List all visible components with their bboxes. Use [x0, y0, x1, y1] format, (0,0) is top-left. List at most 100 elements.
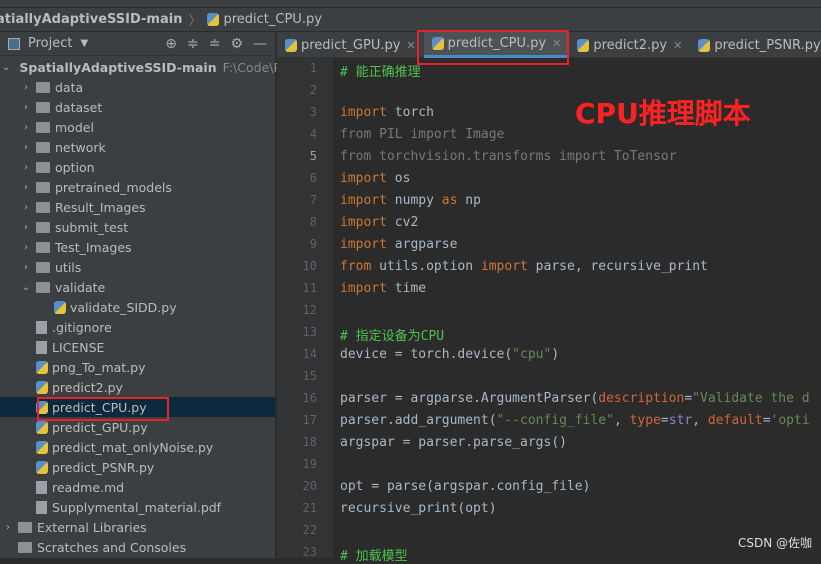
line-number: 16: [302, 391, 317, 405]
code-token: ): [551, 347, 560, 362]
chevron-icon: ›: [24, 81, 28, 93]
tree-item[interactable]: › External Libraries: [0, 517, 275, 537]
code-token: # 加载模型: [340, 549, 408, 564]
code-token: # 能正确推理: [340, 65, 421, 80]
code-line: device = torch.device("cpu"): [340, 347, 559, 362]
tree-item[interactable]: predict2.py: [0, 377, 275, 397]
folder-icon: [36, 241, 50, 253]
close-icon[interactable]: ✕: [406, 39, 415, 52]
tree-item[interactable]: › submit_test: [0, 217, 275, 237]
collapse-all-icon[interactable]: ≐: [209, 36, 221, 52]
line-number: 14: [302, 347, 317, 361]
code-line: import numpy as np: [340, 193, 481, 208]
line-number: 21: [302, 501, 317, 515]
code-token: "--config_file": [496, 413, 614, 428]
tree-item[interactable]: › option: [0, 157, 275, 177]
tree-item[interactable]: › Test_Images: [0, 237, 275, 257]
tab-predict_GPU-py[interactable]: predict_GPU.py ✕: [277, 32, 424, 58]
project-view-selector[interactable]: Project: [28, 36, 72, 51]
tree-item[interactable]: › network: [0, 137, 275, 157]
breadcrumb: atiallyAdaptiveSSID-main 〉 predict_CPU.p…: [0, 8, 821, 32]
code-token: =: [762, 413, 771, 428]
chevron-icon: ›: [6, 521, 10, 533]
python-file-icon: [54, 300, 66, 314]
tab-label: predict2.py: [593, 37, 668, 53]
folder-icon: [36, 221, 50, 233]
tree-item[interactable]: predict_PSNR.py: [0, 457, 275, 477]
code-line: import torch: [340, 105, 434, 120]
line-number: 6: [309, 171, 317, 185]
close-icon[interactable]: ✕: [673, 39, 682, 52]
tree-item-label: Supplymental_material.pdf: [52, 499, 222, 515]
code-token: from torchvision.transforms import ToTen…: [340, 149, 677, 164]
tree-item[interactable]: validate_SIDD.py: [0, 297, 275, 317]
line-number: 12: [302, 303, 317, 317]
code-line: import time: [340, 281, 426, 296]
breadcrumb-project[interactable]: atiallyAdaptiveSSID-main: [0, 12, 182, 27]
watermark: CSDN @佐咖: [738, 536, 813, 550]
code-token: from: [340, 259, 372, 274]
code-token: =: [660, 413, 669, 428]
breadcrumb-file[interactable]: predict_CPU.py: [223, 12, 321, 27]
tab-predict_PSNR-py[interactable]: predict_PSNR.py✕: [690, 32, 821, 58]
tree-item[interactable]: png_To_mat.py: [0, 357, 275, 377]
tree-item[interactable]: › Result_Images: [0, 197, 275, 217]
python-file-icon: [36, 360, 48, 374]
code-token: "cpu": [512, 347, 552, 362]
line-number: 3: [309, 105, 317, 119]
tree-item[interactable]: › dataset: [0, 97, 275, 117]
hide-icon[interactable]: —: [253, 36, 267, 52]
code-line: argspar = parser.parse_args(): [340, 435, 567, 450]
code-token: import: [340, 193, 387, 208]
line-number: 23: [302, 545, 317, 559]
folder-icon: [36, 121, 50, 133]
line-number: 17: [302, 413, 317, 427]
code-token: argspar = parser.parse_args(): [340, 435, 567, 450]
tree-item-label: network: [55, 139, 106, 155]
library-icon: [18, 521, 32, 533]
tree-item-label: readme.md: [52, 479, 125, 495]
tree-item[interactable]: ⌄ validate: [0, 277, 275, 297]
expand-all-icon[interactable]: ≑: [187, 36, 199, 52]
tree-item[interactable]: predict_mat_onlyNoise.py: [0, 437, 275, 457]
file-icon: [36, 340, 47, 354]
chevron-icon: ›: [24, 121, 28, 133]
annotation-label: CPU推理脚本: [575, 97, 751, 130]
chevron-down-icon[interactable]: ▼: [80, 38, 88, 49]
tab-predict2-py[interactable]: predict2.py ✕: [569, 32, 690, 58]
tree-item[interactable]: › model: [0, 117, 275, 137]
tree-item[interactable]: › data: [0, 77, 275, 97]
python-file-icon: [577, 38, 590, 52]
tree-item[interactable]: › pretrained_models: [0, 177, 275, 197]
code-token: import: [340, 171, 387, 186]
tree-item[interactable]: readme.md: [0, 477, 275, 497]
code-line: import os: [340, 171, 410, 186]
python-file-icon: [36, 460, 48, 474]
line-number: 18: [302, 435, 317, 449]
chevron-down-icon: ⌄: [2, 61, 11, 73]
folder-icon: [36, 161, 50, 173]
tree-item-label: Result_Images: [55, 199, 146, 215]
code-token: argparse: [386, 237, 458, 252]
code-token: parser = argparse.ArgumentParser(: [340, 391, 599, 406]
folder-icon: [36, 181, 50, 193]
code-token: import: [340, 215, 387, 230]
tree-item-label: predict2.py: [52, 379, 123, 395]
code-token: "Validate the d: [692, 391, 810, 406]
tree-item[interactable]: LICENSE: [0, 337, 275, 357]
tree-item[interactable]: Scratches and Consoles: [0, 537, 275, 557]
code-line: # 指定设备为CPU: [340, 325, 444, 344]
gear-icon[interactable]: ⚙: [230, 36, 243, 52]
locate-icon[interactable]: ⊕: [165, 36, 177, 52]
tree-item[interactable]: .gitignore: [0, 317, 275, 337]
code-editor[interactable]: 1 # 能正确推理 2 3 import torch 4 from PIL import I…: [277, 58, 821, 564]
tree-item-label: model: [55, 119, 94, 135]
python-file-icon: [36, 420, 48, 434]
line-number: 22: [302, 523, 317, 537]
tree-item[interactable]: › utils: [0, 257, 275, 277]
code-token: import: [340, 105, 387, 120]
line-number: 8: [309, 215, 317, 229]
tree-item[interactable]: Supplymental_material.pdf: [0, 497, 275, 517]
code-token: np: [457, 193, 481, 208]
tree-root[interactable]: ⌄ SpatiallyAdaptiveSSID-main F:\Code\Py: [0, 57, 288, 77]
